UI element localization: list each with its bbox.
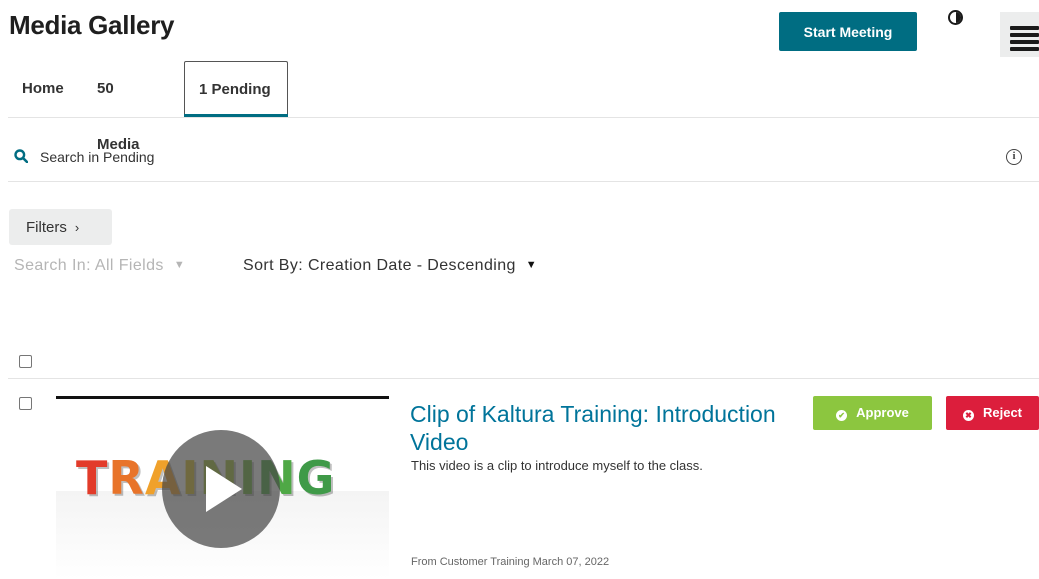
approve-label: Approve: [856, 405, 909, 420]
play-icon[interactable]: [162, 430, 280, 548]
reject-label: Reject: [982, 405, 1023, 420]
sort-by-dropdown[interactable]: Sort By: Creation Date - Descending ▼: [243, 257, 537, 275]
filters-label: Filters: [26, 218, 67, 236]
entry-title[interactable]: Clip of Kaltura Training: Introduction V…: [410, 400, 795, 456]
entry-description: This video is a clip to introduce myself…: [411, 458, 703, 473]
page-title: Media Gallery: [9, 10, 175, 40]
tab-pending[interactable]: 1 Pending: [184, 61, 288, 117]
check-circle-icon: ✔: [836, 410, 848, 421]
tab-home[interactable]: Home: [8, 61, 78, 117]
tabs-divider: [8, 117, 1039, 118]
filters-button[interactable]: Filters ›: [9, 209, 112, 245]
approve-button[interactable]: ✔ Approve: [813, 396, 932, 430]
search-in-label: Search In: All Fields: [14, 257, 164, 274]
entry-checkbox[interactable]: [19, 397, 32, 410]
tab-media[interactable]: 50 Media: [83, 61, 154, 153]
search-input[interactable]: [40, 145, 940, 169]
entry-meta: From Customer Training March 07, 2022: [411, 556, 610, 568]
menu-icon[interactable]: [1000, 12, 1039, 57]
chevron-down-icon: ▼: [173, 259, 186, 271]
search-icon: [14, 149, 28, 163]
select-all-checkbox[interactable]: [19, 355, 32, 368]
sort-by-label: Sort By: Creation Date - Descending: [243, 257, 516, 274]
list-divider: [8, 378, 1039, 379]
contrast-icon[interactable]: [948, 10, 963, 25]
search-divider: [8, 181, 1039, 182]
close-circle-icon: ✖: [962, 410, 974, 421]
info-icon[interactable]: i: [1006, 149, 1022, 165]
entry-thumbnail[interactable]: TRAINING: [56, 396, 389, 579]
start-meeting-button[interactable]: Start Meeting: [779, 12, 917, 51]
chevron-right-icon: ›: [74, 219, 80, 235]
search-in-dropdown[interactable]: Search In: All Fields ▼: [14, 257, 185, 275]
chevron-down-icon: ▼: [525, 259, 538, 271]
reject-button[interactable]: ✖ Reject: [946, 396, 1039, 430]
